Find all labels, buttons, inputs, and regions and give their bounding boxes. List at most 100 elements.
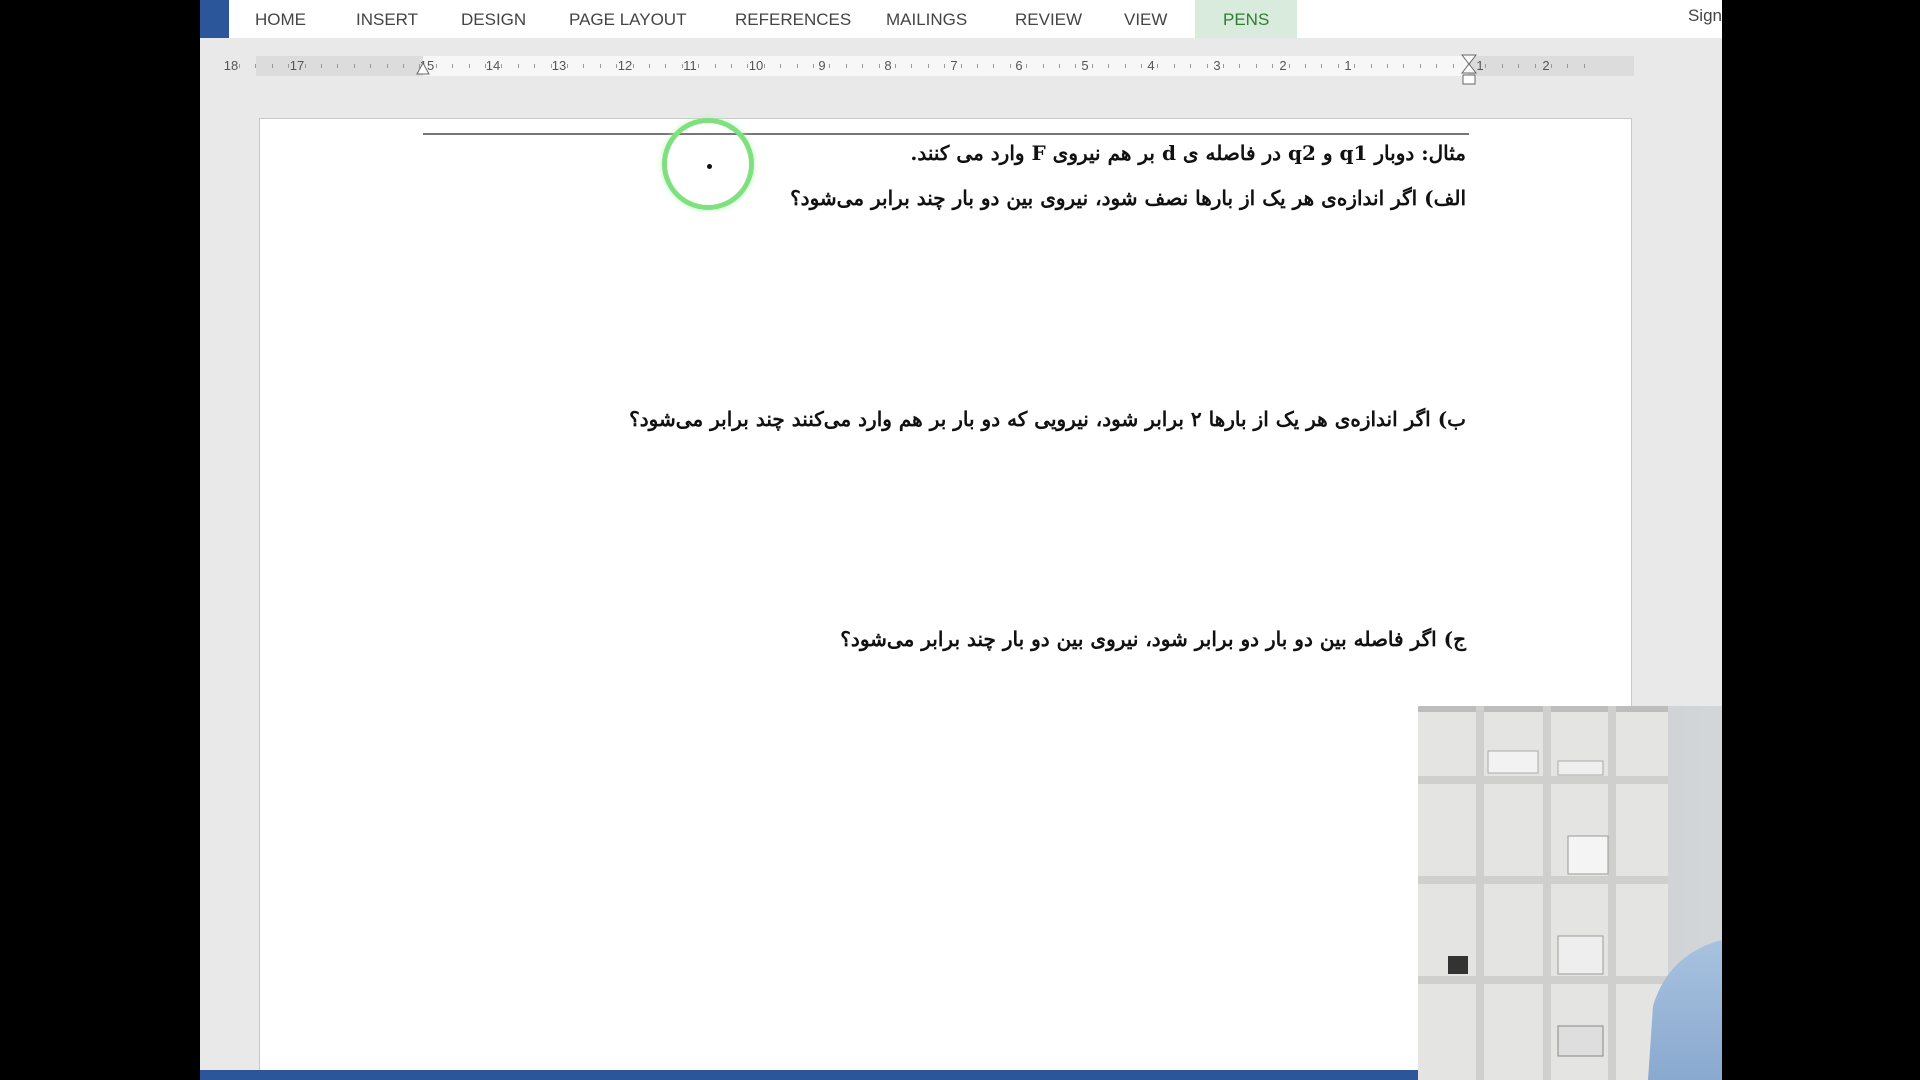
ruler-tick-label: 11	[683, 58, 697, 73]
ruler-minor-tick	[747, 64, 749, 68]
ruler-minor-tick	[796, 64, 798, 68]
right-indent-marker-icon[interactable]	[1461, 54, 1477, 86]
left-indent-marker-icon[interactable]	[416, 62, 430, 76]
word-window: HOME INSERT DESIGN PAGE LAYOUT REFERENCE…	[200, 0, 1722, 1080]
ruler-minor-tick	[1026, 64, 1028, 68]
tab-home[interactable]: HOME	[241, 0, 320, 38]
ruler-minor-tick	[1387, 64, 1388, 68]
ruler-minor-tick	[452, 64, 454, 68]
ruler-minor-tick	[665, 64, 667, 68]
tab-view[interactable]: VIEW	[1110, 0, 1181, 38]
ruler-minor-tick	[813, 64, 814, 68]
ruler-text-area	[423, 56, 1468, 76]
ruler-minor-tick	[1436, 64, 1438, 68]
ruler-tick-label: 10	[748, 58, 764, 73]
ruler-minor-tick	[714, 64, 716, 68]
ruler-tick-label: 12	[617, 58, 633, 73]
ruler-tick-label: 6	[1015, 58, 1023, 73]
ruler-tick-label: 2	[1542, 58, 1550, 73]
ruler-minor-tick	[1239, 64, 1241, 68]
ruler-tick-label: 5	[1081, 58, 1089, 73]
ruler-minor-tick	[1255, 64, 1257, 68]
ruler-minor-tick	[1534, 64, 1536, 68]
ruler-minor-tick	[616, 64, 618, 68]
file-tab[interactable]	[200, 0, 229, 38]
ruler-minor-tick	[353, 64, 355, 68]
ruler-minor-tick	[1288, 64, 1290, 68]
ruler-minor-tick	[1518, 64, 1520, 68]
ruler-minor-tick	[845, 64, 847, 68]
tab-references[interactable]: REFERENCES	[721, 0, 865, 38]
ruler-minor-tick	[567, 64, 568, 68]
ruler-minor-tick	[1370, 64, 1372, 68]
ruler-minor-tick	[1551, 64, 1552, 68]
ruler-minor-tick	[1354, 64, 1356, 68]
ruler-minor-tick	[501, 64, 503, 68]
ruler-minor-tick	[1223, 64, 1224, 68]
ruler-minor-tick	[403, 64, 404, 68]
tab-pens[interactable]: PENS	[1195, 0, 1298, 38]
ruler-minor-tick	[337, 64, 339, 68]
ruler-minor-tick	[1075, 64, 1077, 68]
sign-in-link[interactable]: Sign	[1688, 0, 1722, 32]
ruler-minor-tick	[1321, 64, 1323, 68]
ruler-minor-tick	[1272, 64, 1274, 68]
ruler-minor-tick	[731, 64, 732, 68]
ruler-tick-label: 13	[551, 58, 567, 73]
webcam-overlay	[1418, 706, 1722, 1080]
ruler-minor-tick	[895, 64, 896, 68]
ribbon-tab-bar: HOME INSERT DESIGN PAGE LAYOUT REFERENCE…	[200, 0, 1722, 38]
ruler-tick-label: 2	[1279, 58, 1287, 73]
ruler-minor-tick	[681, 64, 683, 68]
ruler-minor-tick	[255, 64, 257, 68]
tab-insert[interactable]: INSERT	[342, 0, 432, 38]
horizontal-ruler[interactable]: 18 17 15 14 13 12 11 10 9 8 7 6 5 4 3 2 1 1 2	[224, 54, 1634, 85]
ruler-tick-label: 1	[1476, 58, 1484, 73]
ruler-minor-tick	[1190, 64, 1192, 68]
ruler-tick-label: 1	[1344, 58, 1352, 73]
ruler-tick-label: 17	[289, 58, 305, 73]
ruler-minor-tick	[1337, 64, 1339, 68]
ruler-minor-tick	[370, 64, 372, 68]
ruler-minor-tick	[927, 64, 929, 68]
ruler-minor-tick	[1501, 64, 1503, 68]
question-b: ب) اگر اندازه‌ی هر یک از بارها ۲ برابر ش…	[629, 407, 1466, 431]
ruler-tick-label: 4	[1147, 58, 1155, 73]
ruler-minor-tick	[862, 64, 864, 68]
tab-review[interactable]: REVIEW	[1001, 0, 1096, 38]
ruler-minor-tick	[1403, 64, 1405, 68]
ruler-minor-tick	[1124, 64, 1126, 68]
ruler-minor-tick	[583, 64, 585, 68]
ruler-minor-tick	[304, 64, 306, 68]
ruler-tick-label: 8	[884, 58, 892, 73]
ruler-minor-tick	[550, 64, 552, 68]
ruler-minor-tick	[271, 64, 273, 68]
ruler-tick-label: 7	[950, 58, 958, 73]
ruler-minor-tick	[1059, 64, 1060, 68]
ruler-minor-tick	[517, 64, 519, 68]
tab-mailings[interactable]: MAILINGS	[872, 0, 981, 38]
pen-dot	[707, 164, 712, 169]
ruler-tick-label: 9	[818, 58, 826, 73]
ruler-minor-tick	[1173, 64, 1175, 68]
ruler-minor-tick	[468, 64, 470, 68]
ruler-minor-tick	[1452, 64, 1454, 68]
tab-design[interactable]: DESIGN	[447, 0, 540, 38]
ruler-minor-tick	[944, 64, 946, 68]
ruler-minor-tick	[1042, 64, 1044, 68]
ruler-minor-tick	[1141, 64, 1142, 68]
horizontal-rule	[423, 133, 1469, 135]
webcam-video-image	[1418, 706, 1722, 1080]
ruler-minor-tick	[698, 64, 700, 68]
ruler-minor-tick	[1419, 64, 1421, 68]
ruler-minor-tick	[829, 64, 831, 68]
ruler-tick-label: 14	[485, 58, 501, 73]
tab-page-layout[interactable]: PAGE LAYOUT	[555, 0, 700, 38]
ruler-minor-tick	[321, 64, 322, 68]
example-statement: مثال: دوبار q1 و q2 در فاصله ی d بر هم ن…	[910, 141, 1466, 165]
ruler-minor-tick	[1583, 64, 1585, 68]
ruler-minor-tick	[1305, 64, 1306, 68]
ruler-minor-tick	[288, 64, 290, 68]
ruler-minor-tick	[780, 64, 782, 68]
ruler-minor-tick	[1157, 64, 1159, 68]
